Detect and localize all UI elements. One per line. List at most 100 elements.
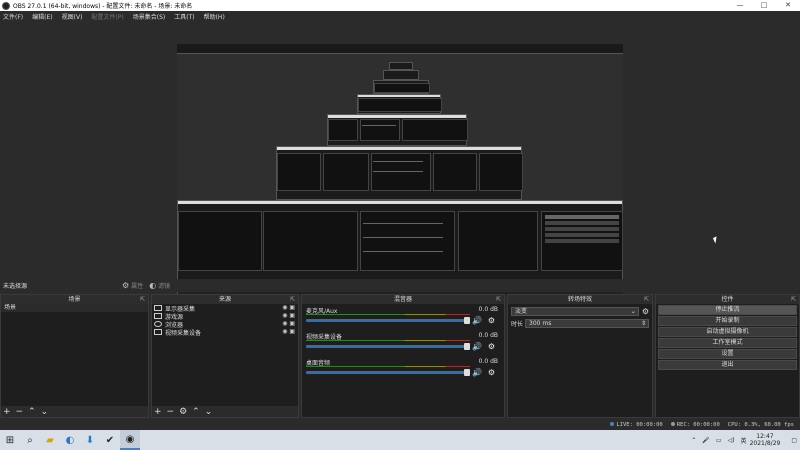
float-dock-icon[interactable]: ⇱: [644, 295, 649, 304]
preview-canvas[interactable]: [177, 44, 623, 295]
transition-select[interactable]: 淡变 ⌄: [511, 306, 639, 316]
level-meter: [306, 366, 470, 367]
exit-button[interactable]: 退出: [658, 360, 797, 370]
remove-source-button[interactable]: −: [167, 407, 175, 417]
search-icon[interactable]: ⌕: [20, 430, 40, 450]
add-scene-button[interactable]: +: [3, 407, 11, 417]
move-up-button[interactable]: ⌃: [192, 407, 200, 417]
gear-icon[interactable]: ⚙: [642, 307, 649, 316]
status-bar: LIVE: 00:00:00 REC: 00:00:00 CPU: 0.3%, …: [0, 419, 800, 430]
source-item[interactable]: 视频采集设备 ◉ ▣: [152, 328, 298, 337]
float-dock-icon[interactable]: ⇱: [496, 295, 501, 304]
menu-profile[interactable]: 配置文件(P): [91, 12, 123, 21]
spinner-arrows-icon: ⇕: [640, 319, 646, 327]
menu-tools[interactable]: 工具(T): [174, 12, 194, 21]
add-source-button[interactable]: +: [154, 407, 162, 417]
title-bar: OBS 27.0.1 (64-bit, windows) - 配置文件: 未命名…: [0, 0, 800, 11]
download-app-icon[interactable]: ⬇: [80, 430, 100, 450]
context-bar: 未选择源 ⚙ 属性 ◐ 滤镜: [0, 279, 800, 292]
microphone-icon[interactable]: 🎤: [702, 437, 709, 444]
float-dock-icon[interactable]: ⇱: [140, 295, 145, 304]
visibility-lock-icon[interactable]: ◉ ▣: [282, 320, 295, 327]
preview-area[interactable]: [0, 22, 800, 295]
sources-dock: 来源 ⇱ 显示器采集 ◉ ▣ 游戏源 ◉ ▣ 浏览器 ◉ ▣ 视频采集设备 ◉ ▣ + −…: [151, 294, 299, 418]
live-dot-icon: [610, 421, 615, 426]
move-up-button[interactable]: ⌃: [28, 407, 36, 417]
move-down-button[interactable]: ⌄: [205, 407, 213, 417]
network-icon[interactable]: ▭: [716, 437, 722, 444]
volume-slider[interactable]: [306, 319, 470, 322]
mixer-channel: 视频采集设备 0.0 dB 🔊 ⚙: [306, 332, 498, 351]
steam-icon[interactable]: ✔: [100, 430, 120, 450]
nested-obs-window: [389, 62, 413, 70]
camera-icon: [154, 329, 162, 335]
remove-scene-button[interactable]: −: [16, 407, 24, 417]
move-down-button[interactable]: ⌄: [41, 407, 49, 417]
start-recording-button[interactable]: 开始录制: [658, 316, 797, 326]
gear-icon[interactable]: ⚙: [488, 368, 495, 377]
mixer-channel: 麦克风/Aux 0.0 dB 🔊 ⚙: [306, 306, 498, 325]
no-source-label: 未选择源: [3, 283, 28, 290]
minimize-button[interactable]: —: [728, 0, 752, 11]
nested-obs-window: [373, 80, 430, 94]
volume-slider[interactable]: [306, 371, 470, 374]
stop-streaming-button[interactable]: 停止推流: [658, 305, 797, 315]
source-properties-button[interactable]: ⚙: [179, 407, 187, 417]
visibility-lock-icon[interactable]: ◉ ▣: [282, 312, 295, 319]
maximize-button[interactable]: □: [752, 0, 776, 11]
volume-slider-handle[interactable]: [464, 369, 470, 376]
scenes-dock: 场景 ⇱ 场景 + − ⌃ ⌄: [0, 294, 149, 418]
window-title: OBS 27.0.1 (64-bit, windows) - 配置文件: 未命名…: [13, 3, 193, 10]
filters-button[interactable]: ◐ 滤镜: [149, 281, 170, 290]
mixer-channel: 桌面音频 0.0 dB 🔊 ⚙: [306, 358, 498, 377]
menu-view[interactable]: 视图(V): [62, 12, 83, 21]
duration-spinbox[interactable]: 300 ms ⇕: [525, 318, 649, 328]
menu-file[interactable]: 文件(F): [3, 12, 23, 21]
obs-taskbar-icon[interactable]: ◉: [120, 430, 140, 450]
windows-start-icon[interactable]: ⊞: [0, 430, 20, 450]
scenes-header: 场景 ⇱: [1, 295, 148, 304]
volume-icon[interactable]: ◁): [728, 437, 735, 444]
studio-mode-button[interactable]: 工作室模式: [658, 338, 797, 348]
mixer-dock: 混音器 ⇱ 麦克风/Aux 0.0 dB 🔊 ⚙ 视频采集设备 0.0 dB 🔊 ⚙ …: [301, 294, 505, 418]
visibility-lock-icon[interactable]: ◉ ▣: [282, 328, 295, 335]
nested-obs-window: [357, 94, 442, 114]
properties-button[interactable]: ⚙ 属性: [122, 281, 143, 290]
menu-edit[interactable]: 编辑(E): [32, 12, 52, 21]
clock[interactable]: 12:47 2021/8/29: [750, 433, 781, 447]
float-dock-icon[interactable]: ⇱: [791, 295, 796, 304]
transitions-header: 转场特效 ⇱: [508, 295, 652, 304]
level-meter: [306, 314, 470, 315]
menu-scene-collection[interactable]: 场景集合(S): [133, 12, 166, 21]
menu-help[interactable]: 帮助(H): [204, 12, 225, 21]
obs-logo-icon: [2, 1, 10, 10]
scene-item[interactable]: 场景: [1, 304, 148, 312]
visibility-lock-icon[interactable]: ◉ ▣: [282, 304, 295, 311]
settings-button[interactable]: 设置: [658, 349, 797, 359]
speaker-icon[interactable]: 🔊: [472, 316, 482, 325]
obs-window: OBS 27.0.1 (64-bit, windows) - 配置文件: 未命名…: [0, 0, 800, 430]
scenes-toolbar: + − ⌃ ⌄: [1, 406, 148, 417]
volume-slider[interactable]: [306, 345, 470, 348]
chevron-up-icon[interactable]: ⌃: [691, 437, 696, 444]
edge-icon[interactable]: ◐: [60, 430, 80, 450]
monitor-icon: [154, 305, 162, 311]
nested-obs-window: [327, 114, 468, 146]
speaker-icon[interactable]: 🔊: [472, 368, 482, 377]
windows-taskbar: ⊞ ⌕ ▰ ◐ ⬇ ✔ ◉ ⌃ 🎤 ▭ ◁) 英 12:47 2021/8/29…: [0, 430, 800, 450]
speaker-icon[interactable]: 🔊: [472, 342, 482, 351]
volume-slider-handle[interactable]: [464, 343, 470, 350]
start-virtual-camera-button[interactable]: 启动虚拟摄像机: [658, 327, 797, 337]
ime-indicator[interactable]: 英: [741, 436, 747, 445]
mouse-cursor-icon: [712, 236, 720, 244]
notification-icon[interactable]: ▢: [791, 437, 797, 444]
gear-icon[interactable]: ⚙: [488, 316, 495, 325]
close-button[interactable]: ✕: [776, 0, 800, 11]
nested-obs-window: [276, 146, 523, 200]
transitions-dock: 转场特效 ⇱ 淡变 ⌄ ⚙ 时长 300 ms ⇕: [507, 294, 653, 418]
rec-dot-icon: [670, 421, 675, 426]
file-explorer-icon[interactable]: ▰: [40, 430, 60, 450]
float-dock-icon[interactable]: ⇱: [290, 295, 295, 304]
volume-slider-handle[interactable]: [464, 317, 470, 324]
gear-icon[interactable]: ⚙: [488, 342, 495, 351]
